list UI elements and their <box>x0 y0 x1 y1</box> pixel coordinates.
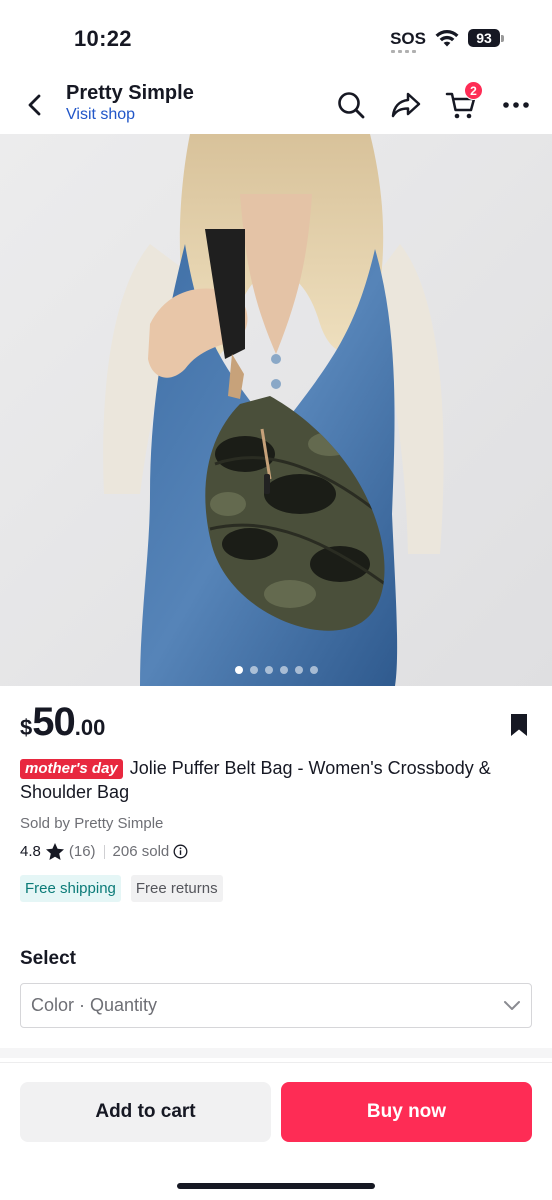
signal-dots <box>391 49 417 53</box>
share-button[interactable] <box>388 87 424 123</box>
product-title: mother's day Jolie Puffer Belt Bag - Wom… <box>20 756 530 804</box>
cart-count-badge: 2 <box>464 81 483 100</box>
top-navbar: Pretty Simple Visit shop 2 <box>0 74 552 134</box>
free-shipping-badge[interactable]: Free shipping <box>20 875 121 902</box>
status-bar: 10:22 SOS 93 <box>0 0 552 74</box>
share-icon <box>391 92 421 118</box>
buy-now-button[interactable]: Buy now <box>281 1082 532 1142</box>
back-arrow-icon <box>28 94 41 116</box>
battery-level: 93 <box>468 29 500 47</box>
benefit-badges: Free shipping Free returns <box>20 875 223 902</box>
bookmark-icon[interactable] <box>508 712 530 738</box>
promo-tag: mother's day <box>20 759 123 779</box>
section-divider <box>0 1048 552 1058</box>
search-button[interactable] <box>333 87 369 123</box>
more-button[interactable] <box>498 87 534 123</box>
carousel-dot[interactable] <box>294 666 303 674</box>
sos-indicator: SOS <box>390 28 426 53</box>
product-photo <box>0 134 552 686</box>
variant-select-placeholder: Color · Quantity <box>31 995 158 1015</box>
carousel-dot[interactable] <box>234 666 243 674</box>
rating-row[interactable]: 4.8 (16) 206 sold <box>20 842 188 861</box>
select-label: Select <box>20 948 76 969</box>
carousel-dot[interactable] <box>279 666 288 674</box>
back-button[interactable] <box>18 88 52 122</box>
carousel-dots <box>0 666 552 674</box>
star-icon <box>45 843 64 860</box>
wifi-icon <box>435 30 459 47</box>
cart-button[interactable]: 2 <box>443 81 483 123</box>
bottom-action-bar: Add to cart Buy now <box>0 1063 552 1200</box>
sold-count: 206 sold <box>112 843 170 860</box>
carousel-dot[interactable] <box>249 666 258 674</box>
price-currency: $ <box>20 715 33 740</box>
chevron-down-icon <box>504 1001 520 1010</box>
battery-icon: 93 <box>468 29 504 47</box>
price: $ 50 .00 <box>20 700 105 745</box>
search-icon <box>338 92 365 119</box>
shop-name[interactable]: Pretty Simple <box>66 81 194 105</box>
info-icon[interactable] <box>173 844 188 859</box>
divider <box>103 844 105 859</box>
free-returns-badge[interactable]: Free returns <box>130 875 223 902</box>
visit-shop-link[interactable]: Visit shop <box>66 105 194 125</box>
more-icon <box>503 102 529 108</box>
sold-by[interactable]: Sold by Pretty Simple <box>20 815 163 832</box>
home-indicator[interactable] <box>177 1183 375 1189</box>
sos-label: SOS <box>390 28 426 48</box>
price-main: 50 <box>32 700 75 744</box>
status-time: 10:22 <box>74 26 132 51</box>
review-count: (16) <box>68 843 96 860</box>
rating-value: 4.8 <box>20 843 41 860</box>
price-cents: .00 <box>74 715 106 740</box>
carousel-dot[interactable] <box>264 666 273 674</box>
add-to-cart-button[interactable]: Add to cart <box>20 1082 271 1142</box>
product-image-carousel[interactable] <box>0 134 552 686</box>
shop-header[interactable]: Pretty Simple Visit shop <box>66 81 194 125</box>
variant-select[interactable]: Color · Quantity <box>20 983 532 1028</box>
status-indicators: SOS 93 <box>390 28 504 53</box>
carousel-dot[interactable] <box>309 666 318 674</box>
